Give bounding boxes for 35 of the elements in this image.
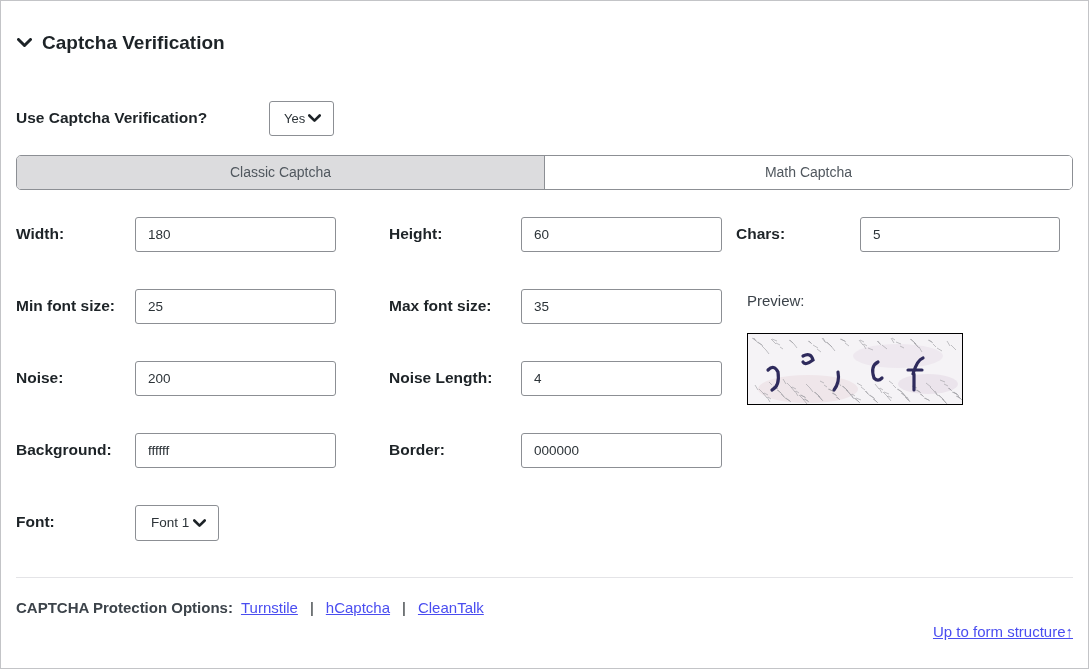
text-input-field[interactable]: ffffff [135, 433, 336, 468]
font-dropdown[interactable]: Font 1 [135, 505, 220, 541]
text-input-field[interactable]: 200 [135, 361, 336, 396]
text-input-field[interactable]: 25 [135, 289, 336, 324]
text-input-field[interactable]: 4 [521, 361, 722, 396]
captcha-option-link[interactable]: Turnstile [240, 596, 298, 620]
section-title[interactable]: Captcha Verification [42, 28, 225, 58]
separator: | [402, 597, 406, 618]
field-label: Use Captcha Verification? [16, 107, 209, 128]
field-label: Width: [16, 223, 65, 244]
text-input-field[interactable]: 35 [521, 289, 722, 324]
text-input-field[interactable]: 180 [135, 217, 336, 252]
tab[interactable]: Math Captcha [544, 156, 1072, 189]
field-label: Background: [16, 439, 112, 460]
footer-label: CAPTCHA Protection Options: [16, 597, 233, 618]
captcha-option-link[interactable]: CleanTalk [417, 596, 484, 620]
caret-icon [308, 114, 322, 123]
field-label: Font: [16, 512, 55, 533]
up-to-form-structure-link[interactable]: Up to form structure↑ [932, 621, 1073, 644]
caret-icon [193, 518, 207, 528]
tab[interactable]: Classic Captcha [17, 156, 544, 189]
text-input-field[interactable]: 60 [521, 217, 722, 252]
field-label: Noise Length: [389, 367, 493, 388]
preview-label: Preview: [747, 291, 805, 311]
captcha-option-link[interactable]: hCaptcha [325, 596, 391, 620]
field-label: Min font size: [16, 295, 116, 316]
field-label: Chars: [736, 223, 786, 244]
field-label: Border: [389, 439, 445, 460]
field-label: Height: [389, 223, 443, 244]
use-captcha-dropdown[interactable]: Yes [269, 101, 335, 136]
field-label: Noise: [16, 367, 64, 388]
text-input-field[interactable]: 000000 [521, 433, 722, 468]
separator: | [309, 597, 314, 618]
text-input-field[interactable]: 5 [860, 217, 1060, 252]
field-label: Max font size: [389, 295, 492, 316]
